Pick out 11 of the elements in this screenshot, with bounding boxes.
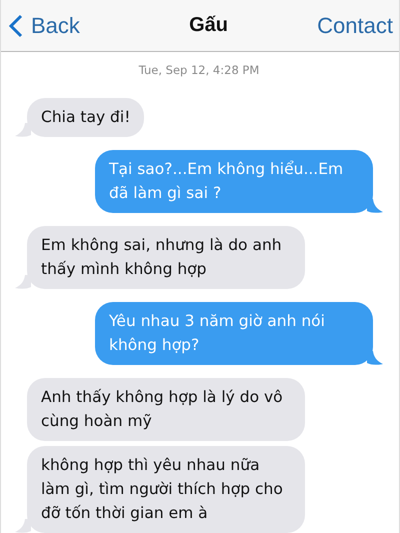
received-message: Em không sai, nhưng là do anh thấy mình không hợp [27,226,305,289]
timestamp: Tue, Sep 12, 4:28 PM [138,63,260,77]
sent-message: Yêu nhau 3 năm giờ anh nói không hợp? [95,302,373,365]
received-message: Chia tay đi! [27,98,144,137]
chevron-left-icon [9,14,23,38]
received-message: không hợp thì yêu nhau nữa làm gì, tìm người thích hợp cho đỡ tốn thời gian em à [27,446,305,533]
back-button[interactable]: Back [9,12,80,38]
contact-name: Gấu [189,14,228,37]
received-message: Anh thấy không hợp là lý do vô cùng hoàn mỹ [27,378,305,441]
contact-button[interactable]: Contact [317,12,393,38]
sent-message: Tại sao?...Em không hiểu...Em đã làm gì sai ? [95,150,373,213]
